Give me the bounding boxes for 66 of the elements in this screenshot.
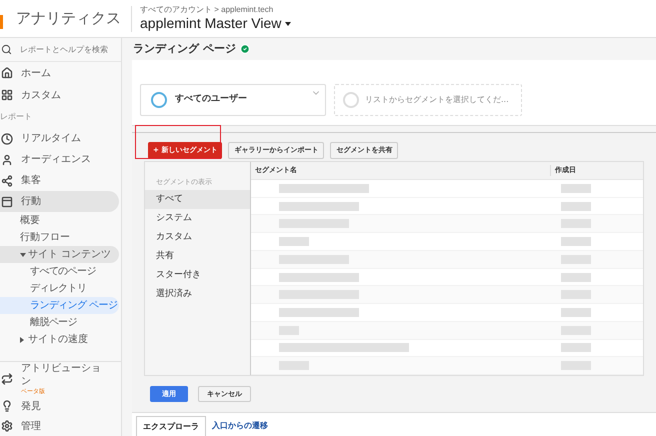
segment-slot[interactable]: リストからセグメントを選択してくだ... (334, 84, 522, 116)
person-icon (1, 154, 13, 166)
nav-item[interactable]: ホーム (21, 66, 51, 80)
section-label: レポート (0, 111, 32, 123)
nav-item[interactable]: 管理 (21, 420, 101, 432)
nav-subitem[interactable]: ランディング ページ (0, 297, 119, 314)
blurred-text (561, 184, 591, 193)
blurred-text (561, 343, 591, 352)
filter-item[interactable]: 共有 (145, 247, 250, 266)
lightbulb-icon (1, 400, 13, 412)
search-icon (1, 44, 12, 55)
nav-item[interactable]: リアルタイム (0, 128, 119, 149)
blurred-text (561, 202, 591, 211)
blurred-text (561, 290, 591, 300)
blurred-text (279, 254, 349, 264)
blurred-text (561, 219, 591, 228)
nav-subitem[interactable]: サイトの速度 (0, 331, 119, 348)
nav-item[interactable]: オーディエンス (0, 149, 119, 170)
blurred-text (279, 361, 309, 370)
blurred-text (561, 308, 591, 317)
grid-icon (1, 89, 13, 101)
filter-item[interactable]: 選択済み (145, 285, 250, 304)
filter-item[interactable]: すべて (145, 190, 250, 209)
arrows-icon (1, 373, 13, 385)
segment-placeholder: リストからセグメントを選択してくだ... (365, 94, 509, 106)
segment-label: すべてのユーザー (175, 93, 247, 106)
nav-item[interactable]: 行動 (0, 191, 119, 212)
nav-item[interactable]: 発見 (21, 400, 101, 412)
segment-ring-icon (343, 92, 359, 108)
nav-subitem[interactable]: すべてのページ (0, 263, 119, 280)
breadcrumb[interactable]: すべてのアカウント > applemint.tech (140, 5, 292, 15)
caret-down-icon (20, 252, 26, 256)
segment-card[interactable]: すべてのユーザー (140, 84, 326, 116)
filter-item[interactable]: スター付き (145, 266, 250, 285)
nav-subitem[interactable]: ディレクトリ (0, 280, 119, 297)
blurred-text (561, 237, 591, 246)
tab[interactable]: 入口からの遷移 (206, 416, 274, 436)
caret-right-icon (20, 336, 24, 342)
blurred-text (561, 361, 591, 370)
app-name: アナリティクス (16, 8, 121, 30)
nav-item[interactable]: アトリビューション (21, 362, 101, 388)
blurred-text (279, 219, 349, 228)
tab[interactable]: エクスプローラ (136, 416, 206, 436)
nav-subitem[interactable]: サイト コンテンツ (0, 246, 119, 263)
window-icon (1, 196, 13, 208)
blurred-text (279, 237, 309, 246)
nav-item[interactable]: カスタム (21, 88, 61, 102)
nav-subitem[interactable]: 行動フロー (0, 229, 119, 246)
segment-ring-icon (151, 92, 167, 108)
caret-down-icon (285, 22, 292, 26)
search-field[interactable]: レポートとヘルプを検索 (20, 44, 120, 56)
filter-item[interactable]: システム (145, 209, 250, 228)
branch-icon (1, 174, 13, 186)
page-title: ランディング ページ (133, 40, 236, 57)
home-icon (1, 67, 13, 79)
blurred-text (561, 326, 591, 335)
nav-item[interactable]: 集客 (0, 170, 119, 191)
nav-subitem[interactable]: 概要 (0, 212, 119, 229)
blurred-text (561, 272, 591, 282)
nav-subitem[interactable]: 離脱ページ (0, 314, 119, 331)
settings-icon (1, 420, 13, 432)
blurred-text (279, 326, 299, 335)
view-selector[interactable]: applemint Master View (140, 15, 292, 32)
blurred-text (561, 254, 591, 264)
filter-item[interactable]: カスタム (145, 228, 250, 247)
clock-icon (1, 132, 13, 144)
